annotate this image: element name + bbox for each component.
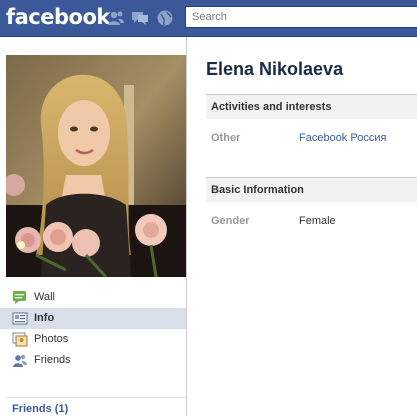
- nav-photos[interactable]: Photos: [0, 329, 186, 350]
- search-input[interactable]: [185, 6, 417, 28]
- nav-info[interactable]: Info: [0, 308, 186, 329]
- nav-friends-label: Friends: [34, 354, 71, 366]
- nav-friends[interactable]: Friends: [0, 350, 186, 371]
- facebook-logo[interactable]: facebook: [6, 5, 110, 29]
- friends-heading-link[interactable]: Friends (1): [12, 403, 68, 415]
- section-basic-heading: Basic Information: [206, 177, 417, 202]
- profile-nav: Wall Info Photos Friends: [0, 287, 186, 371]
- profile-name: Elena Nikolaeva: [206, 59, 344, 79]
- other-label: Other: [211, 132, 241, 144]
- friends-icon: [12, 353, 28, 368]
- photos-icon: [12, 332, 28, 347]
- wall-icon: [12, 290, 28, 305]
- other-value-link[interactable]: Facebook Россия: [299, 132, 386, 144]
- nav-info-label: Info: [34, 312, 55, 324]
- divider: [6, 397, 186, 398]
- left-column: Wall Info Photos Friends Friends (1): [0, 37, 187, 416]
- gender-value: Female: [299, 215, 336, 227]
- nav-photos-label: Photos: [34, 333, 69, 345]
- messages-icon[interactable]: [131, 9, 149, 27]
- nav-wall-label: Wall: [34, 291, 55, 303]
- friend-requests-icon[interactable]: [107, 9, 125, 27]
- info-icon: [12, 311, 28, 326]
- nav-wall[interactable]: Wall: [0, 287, 186, 308]
- top-bar: facebook: [0, 0, 417, 37]
- section-activities-heading: Activities and interests: [206, 94, 417, 119]
- gender-label: Gender: [211, 215, 250, 227]
- profile-picture[interactable]: [6, 55, 186, 277]
- notifications-globe-icon[interactable]: [156, 9, 174, 27]
